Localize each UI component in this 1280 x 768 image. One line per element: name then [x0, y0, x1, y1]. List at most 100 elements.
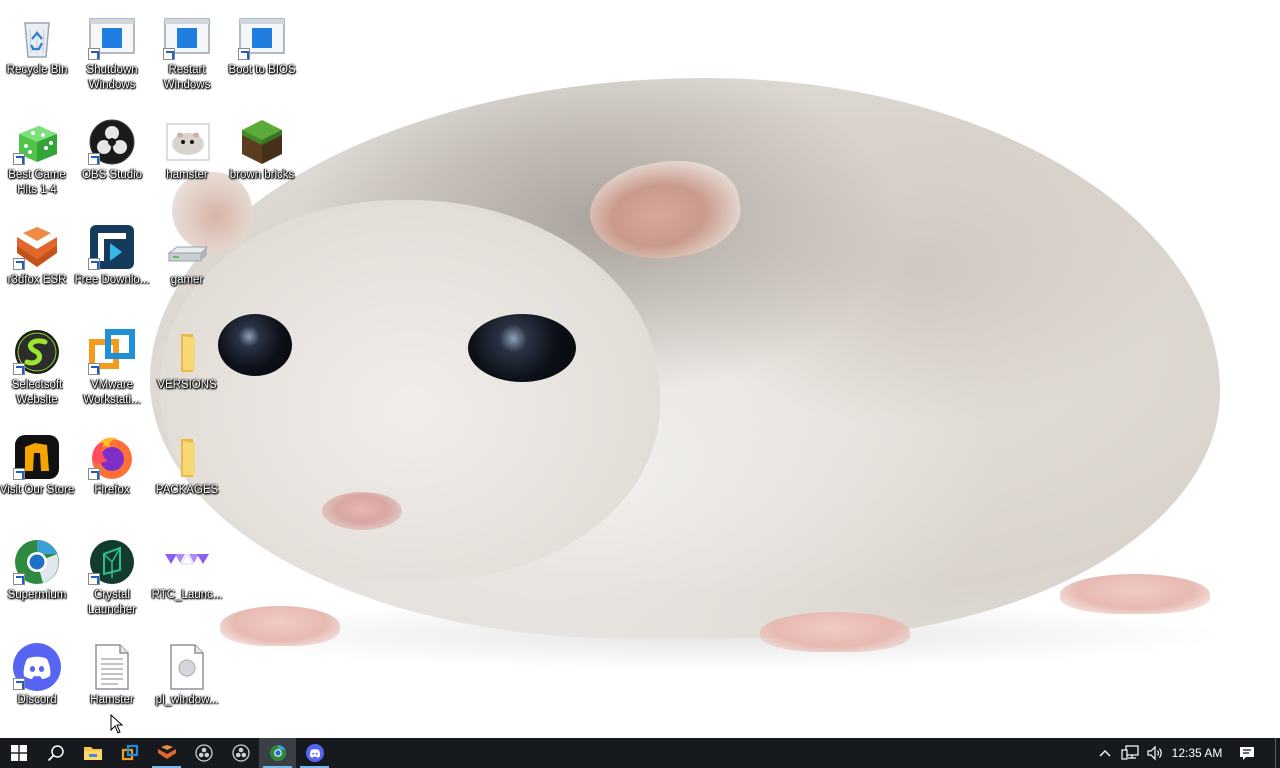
search-icon — [47, 745, 64, 762]
taskbar-r3dfox[interactable] — [148, 738, 185, 768]
desktop-icon-gamer-drive[interactable]: gamer — [151, 215, 223, 311]
chevron-up-icon — [1099, 750, 1111, 757]
desktop-icon-pl-window[interactable]: pl_window... — [151, 635, 223, 731]
shortcut-arrow-icon — [163, 48, 175, 60]
desktop-icon-label: PACKAGES — [155, 484, 219, 496]
desktop-icon-label: Supermium — [7, 589, 67, 601]
desktop-icon-brown-bricks[interactable]: brown bricks — [226, 110, 298, 206]
desktop-icon-label: RTC_Launc... — [151, 589, 223, 601]
show-desktop-button[interactable] — [1275, 738, 1276, 768]
speaker-icon — [1147, 745, 1162, 761]
desktop-icon-supermium[interactable]: Supermium — [1, 530, 73, 626]
windows-start-icon — [10, 745, 27, 761]
shortcut-arrow-icon — [13, 573, 25, 585]
desktop-icon-free-download[interactable]: Free Downlo... — [75, 215, 149, 311]
desktop-icon-label: gamer — [170, 274, 204, 286]
r3dfox-icon — [157, 745, 176, 759]
shortcut-arrow-icon — [13, 153, 25, 165]
desktop-icon-label: r3dfox ESR — [7, 274, 67, 286]
desktop-icon-label: VMware Workstati... — [83, 379, 141, 406]
clock-button[interactable]: 12:35 AM — [1167, 738, 1227, 768]
folder-icon — [181, 334, 195, 372]
drive-icon — [167, 246, 209, 262]
hamster-paw — [220, 606, 340, 646]
vmware-icon — [121, 744, 138, 761]
desktop-icon-crystal-launcher[interactable]: Crystal Launcher — [76, 530, 148, 626]
search-button[interactable] — [37, 738, 74, 768]
desktop-icon-shutdown-windows[interactable]: Shutdown Windows — [76, 5, 148, 101]
folder-icon — [181, 439, 195, 477]
hamster-paw — [1060, 574, 1210, 614]
hamster-eye-right — [468, 314, 576, 382]
network-button[interactable] — [1118, 738, 1142, 768]
hamster-eye-left — [218, 314, 292, 376]
desktop-icon-versions-folder[interactable]: VERSIONS — [151, 320, 223, 416]
volume-button[interactable] — [1143, 738, 1167, 768]
desktop-icon-selectsoft-website[interactable]: Selectsoft Website — [1, 320, 73, 416]
desktop-icon-label: OBS Studio — [81, 169, 143, 181]
desktop-icon-label: Boot to BIOS — [228, 64, 296, 76]
text-document-icon — [95, 644, 129, 690]
mouse-pointer-icon — [110, 714, 124, 734]
discord-icon — [305, 744, 324, 762]
taskbar-file-explorer[interactable] — [74, 738, 111, 768]
obs-studio-icon — [231, 744, 250, 762]
desktop-icon-rtc-launcher[interactable]: RTC_Launc... — [151, 530, 223, 626]
recycle-bin-icon — [24, 22, 50, 58]
desktop-icon-label: VERSIONS — [157, 379, 217, 391]
desktop-icon-label: Restart Windows — [163, 64, 211, 91]
desktop-icon-vmware-workstation[interactable]: VMware Workstati... — [76, 320, 148, 416]
show-hidden-icons-button[interactable] — [1094, 738, 1116, 768]
shortcut-arrow-icon — [238, 48, 250, 60]
taskbar-supermium[interactable] — [259, 738, 296, 768]
taskbar-vmware[interactable] — [111, 738, 148, 768]
desktop-icon-label: Crystal Launcher — [88, 589, 136, 616]
shortcut-arrow-icon — [88, 363, 100, 375]
desktop-icon-recycle-bin[interactable]: Recycle Bin — [1, 5, 73, 101]
clock-time: 12:35 AM — [1171, 746, 1223, 760]
network-icon — [1121, 745, 1139, 760]
action-center-icon — [1240, 747, 1254, 760]
desktop-icon-label: pl_window... — [155, 694, 219, 706]
grass-block-icon — [242, 120, 282, 164]
action-center-button[interactable] — [1232, 738, 1262, 768]
shortcut-arrow-icon — [88, 573, 100, 585]
desktop-icon-label: brown bricks — [229, 169, 295, 181]
desktop-icon-label: Recycle Bin — [6, 64, 68, 76]
desktop-icon-discord[interactable]: Discord — [1, 635, 73, 731]
start-button[interactable] — [0, 738, 37, 768]
desktop-icon-restart-windows[interactable]: Restart Windows — [151, 5, 223, 101]
shortcut-arrow-icon — [13, 363, 25, 375]
shortcut-arrow-icon — [88, 48, 100, 60]
taskbar: 12:35 AM — [0, 738, 1280, 768]
hamster-nose — [322, 492, 402, 530]
shortcut-arrow-icon — [13, 258, 25, 270]
desktop-icon-label: Visit Our Store — [0, 484, 75, 496]
desktop-icon-best-game-hits[interactable]: Best Game Hits 1-4 — [1, 110, 73, 206]
rtc-launcher-icon — [165, 553, 209, 565]
desktop-icon-visit-our-store[interactable]: Visit Our Store — [0, 425, 74, 521]
desktop-icon-label: Free Downlo... — [74, 274, 150, 286]
desktop-icon-label: Selectsoft Website — [11, 379, 63, 406]
file-explorer-icon — [83, 747, 102, 760]
generic-file-icon — [170, 644, 204, 690]
desktop-icon-label: Shutdown Windows — [86, 64, 138, 91]
desktop-icon-label: hamster — [166, 169, 208, 181]
desktop-icon-packages-folder[interactable]: PACKAGES — [151, 425, 223, 521]
desktop-icon-label: Discord — [17, 694, 57, 706]
shortcut-arrow-icon — [88, 258, 100, 270]
hamster-paw — [760, 612, 910, 652]
taskbar-obs-studio-2[interactable] — [222, 738, 259, 768]
image-file-icon — [166, 123, 210, 161]
desktop-icon-label: Best Game Hits 1-4 — [8, 169, 66, 196]
desktop-icon-obs-studio[interactable]: OBS Studio — [76, 110, 148, 206]
shortcut-arrow-icon — [13, 678, 25, 690]
taskbar-obs-studio[interactable] — [185, 738, 222, 768]
desktop-icon-boot-to-bios[interactable]: Boot to BIOS — [226, 5, 298, 101]
desktop-icon-firefox[interactable]: Firefox — [76, 425, 148, 521]
hamster-face — [160, 200, 660, 580]
desktop-icon-hamster-image[interactable]: hamster — [151, 110, 223, 206]
taskbar-discord[interactable] — [296, 738, 333, 768]
desktop-icon-r3dfox-esr[interactable]: r3dfox ESR — [1, 215, 73, 311]
shortcut-arrow-icon — [88, 468, 100, 480]
